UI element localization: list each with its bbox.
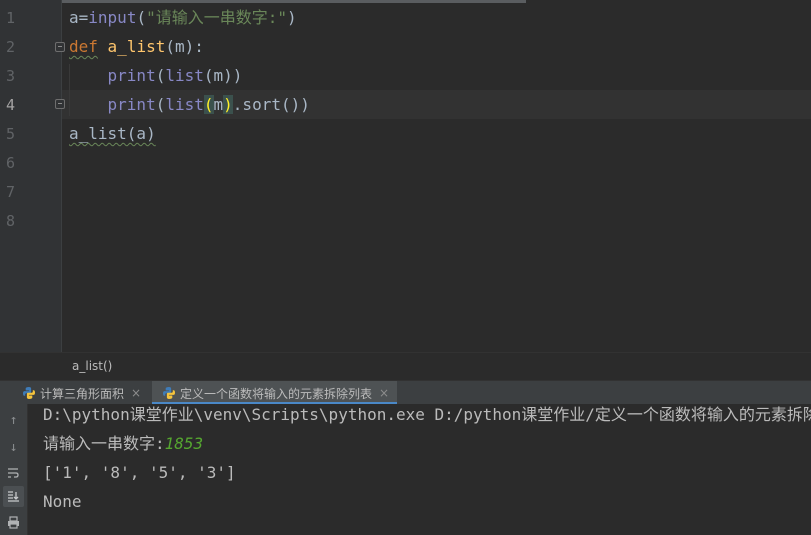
code-token-string: "请输入一串数字:" <box>146 8 287 27</box>
code-token-builtin: print <box>107 95 156 114</box>
console-prompt-line: 请输入一串数字:1853 <box>43 434 203 454</box>
code-token-builtin: input <box>88 8 137 27</box>
arrow-down-icon[interactable]: ↓ <box>3 437 24 458</box>
code-token-builtin: print <box>107 66 156 85</box>
matched-brace: ( <box>203 95 214 114</box>
run-console[interactable]: ↑ ↓ D:\python课堂作业\venv\Scripts\python.ex… <box>0 404 811 535</box>
code-line-3[interactable]: print(list(m)) <box>69 66 243 86</box>
fold-collapse-icon[interactable] <box>55 42 65 52</box>
code-line-1[interactable]: a=input("请输入一串数字:") <box>69 8 297 28</box>
line-number: 7 <box>6 183 16 201</box>
console-prompt: 请输入一串数字: <box>43 434 165 453</box>
arrow-up-icon[interactable]: ↑ <box>3 410 24 431</box>
code-token: a_list(a) <box>69 124 156 143</box>
console-toolbar: ↑ ↓ <box>0 404 28 535</box>
run-tab-label: 定义一个函数将输入的元素拆除列表 <box>180 386 373 401</box>
code-token: m <box>213 95 224 114</box>
python-icon <box>23 387 35 399</box>
line-number: 2 <box>6 38 16 56</box>
breadcrumb: a_list() <box>0 352 811 380</box>
code-token: (m): <box>165 37 204 56</box>
close-icon[interactable]: × <box>379 386 389 400</box>
code-token: (m)) <box>203 66 243 85</box>
scroll-to-end-icon[interactable] <box>3 486 24 507</box>
code-token: ) <box>287 8 297 27</box>
line-gutter: 1 2 3 4 5 6 7 8 <box>0 0 62 352</box>
print-icon-glyph <box>8 516 19 529</box>
code-token-keyword: def <box>69 37 98 56</box>
code-token: ( <box>155 66 166 85</box>
line-number-active: 4 <box>6 96 16 114</box>
python-icon <box>163 387 175 399</box>
run-tabs-bar: 计算三角形面积 × 定义一个函数将输入的元素拆除列表 × <box>0 380 811 405</box>
line-number: 5 <box>6 125 16 143</box>
code-line-5[interactable]: a_list(a) <box>69 124 156 144</box>
line-number: 8 <box>6 212 16 230</box>
close-icon[interactable]: × <box>131 386 141 400</box>
code-token: = <box>78 8 89 27</box>
line-number: 3 <box>6 67 16 85</box>
console-user-input: 1853 <box>164 434 204 453</box>
line-number: 6 <box>6 154 16 172</box>
console-output-line: ['1', '8', '5', '3'] <box>43 463 236 482</box>
code-token: ( <box>136 8 147 27</box>
fold-end-icon[interactable] <box>55 99 65 109</box>
code-token-function: a_list <box>107 37 166 56</box>
code-token-builtin: list <box>165 66 204 85</box>
code-token: .sort()) <box>232 95 310 114</box>
code-token-builtin: list <box>165 95 204 114</box>
soft-wrap-icon-glyph <box>8 468 19 478</box>
scroll-to-end-icon-glyph <box>8 491 19 502</box>
console-output-line: None <box>43 492 82 511</box>
code-editor[interactable]: 1 2 3 4 5 6 7 8 a=input("请输入一串数字:") def … <box>0 0 811 352</box>
run-tab[interactable]: 计算三角形面积 × <box>22 381 149 405</box>
code-token: ( <box>155 95 166 114</box>
print-icon[interactable] <box>3 512 24 533</box>
console-command-line: D:\python课堂作业\venv\Scripts\python.exe D:… <box>43 405 811 424</box>
line-number: 1 <box>6 9 16 27</box>
editor-top-scrollbar[interactable] <box>0 0 526 3</box>
code-line-4[interactable]: print(list(m).sort()) <box>69 95 310 115</box>
code-token: a <box>69 8 79 27</box>
code-line-2[interactable]: def a_list(m): <box>69 37 204 57</box>
run-tab-label: 计算三角形面积 <box>40 386 125 401</box>
matched-brace: ) <box>223 95 233 114</box>
soft-wrap-icon[interactable] <box>3 462 24 483</box>
breadcrumb-item[interactable]: a_list() <box>72 359 112 373</box>
run-tab-active[interactable]: 定义一个函数将输入的元素拆除列表 × <box>152 381 398 405</box>
